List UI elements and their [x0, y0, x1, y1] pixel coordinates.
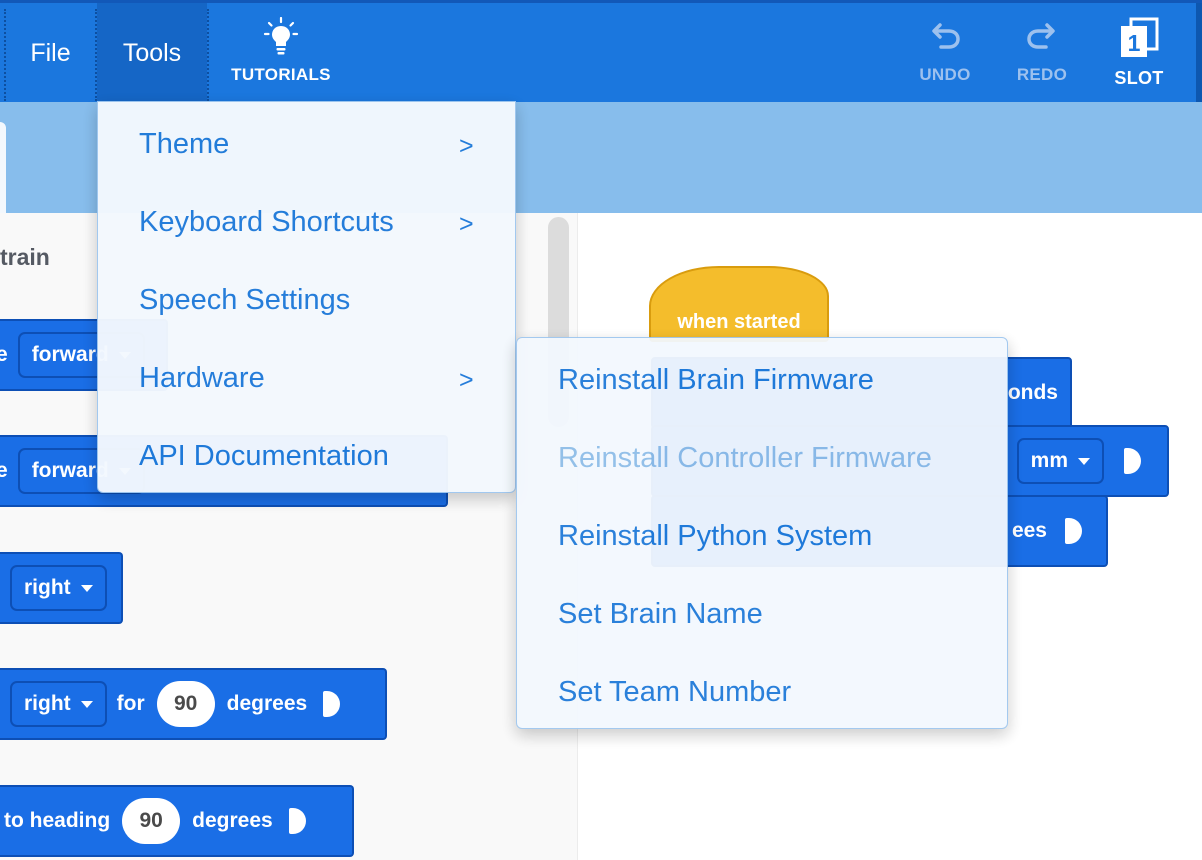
hardware-submenu: Reinstall Brain Firmware Reinstall Contr…: [516, 337, 1008, 729]
menu-item-reinstall-controller-firmware: Reinstall Controller Firmware: [558, 442, 932, 474]
block-text: e: [0, 343, 8, 366]
top-toolbar: File Tools TUTORIALS UNDO REDO 1 SLOT: [0, 0, 1202, 103]
palette-block-turn[interactable]: right: [0, 552, 123, 624]
block-text: for: [116, 692, 145, 715]
submenu-arrow-icon: >: [459, 132, 474, 160]
slot-icon: 1: [1084, 17, 1194, 57]
category-tab[interactable]: [0, 122, 6, 213]
redo-label: REDO: [1016, 65, 1068, 84]
play-icon[interactable]: [1124, 448, 1141, 474]
menu-item-set-brain-name[interactable]: Set Brain Name: [558, 598, 763, 631]
undo-button[interactable]: UNDO: [890, 13, 1000, 99]
unit-dropdown[interactable]: mm: [1016, 438, 1104, 484]
block-text: degrees: [226, 692, 308, 715]
turn-direction-dropdown[interactable]: right: [10, 681, 107, 727]
tutorials-label: TUTORIALS: [231, 65, 331, 84]
caret-down-icon: [80, 700, 93, 708]
heading-input[interactable]: 90: [122, 798, 181, 844]
dropdown-value: right: [24, 576, 71, 599]
undo-icon: [890, 17, 1000, 57]
menu-item-theme[interactable]: Theme: [139, 128, 229, 161]
play-icon[interactable]: [323, 691, 341, 717]
block-text: onds: [1007, 381, 1058, 404]
slot-number: 1: [1128, 30, 1141, 56]
file-menu-label: File: [30, 38, 71, 67]
tools-menu-button[interactable]: Tools: [97, 3, 207, 103]
toolbar-edge: [1196, 3, 1202, 103]
block-text: to heading: [4, 809, 111, 832]
undo-label: UNDO: [919, 65, 971, 84]
menu-item-keyboard-shortcuts[interactable]: Keyboard Shortcuts: [139, 206, 394, 239]
palette-block-turn-for[interactable]: right for 90 degrees: [0, 668, 387, 740]
turn-direction-dropdown[interactable]: right: [10, 565, 107, 611]
play-icon[interactable]: [1065, 518, 1082, 544]
submenu-arrow-icon: >: [459, 210, 474, 238]
tools-menu-label: Tools: [122, 38, 182, 67]
toolbar-separator: [207, 9, 209, 101]
slot-label: SLOT: [1114, 68, 1164, 88]
menu-item-set-team-number[interactable]: Set Team Number: [558, 676, 791, 709]
menu-item-api-documentation[interactable]: API Documentation: [139, 440, 389, 473]
slot-button[interactable]: 1 SLOT: [1084, 13, 1194, 99]
menu-item-speech-settings[interactable]: Speech Settings: [139, 284, 350, 317]
redo-icon: [987, 17, 1097, 57]
lightbulb-icon: [226, 17, 336, 57]
tools-dropdown-menu: Theme > Keyboard Shortcuts > Speech Sett…: [97, 101, 516, 493]
file-menu[interactable]: File: [6, 3, 95, 103]
dropdown-value: mm: [1030, 449, 1068, 472]
redo-button[interactable]: REDO: [987, 13, 1097, 99]
block-text: ees: [1011, 519, 1047, 542]
menu-item-reinstall-python-system[interactable]: Reinstall Python System: [558, 520, 872, 553]
menu-item-reinstall-brain-firmware[interactable]: Reinstall Brain Firmware: [558, 364, 874, 397]
block-text: e: [0, 459, 8, 482]
submenu-arrow-icon: >: [459, 366, 474, 394]
when-started-block[interactable]: when started: [649, 266, 829, 342]
block-text: degrees: [192, 809, 273, 832]
caret-down-icon: [1078, 457, 1090, 465]
dropdown-value: right: [24, 692, 71, 715]
play-icon[interactable]: [288, 808, 306, 834]
degrees-input[interactable]: 90: [156, 681, 215, 727]
caret-down-icon: [80, 584, 93, 592]
menu-item-hardware[interactable]: Hardware: [139, 362, 265, 395]
tutorials-button[interactable]: TUTORIALS: [226, 13, 336, 99]
palette-category-label: train: [0, 244, 50, 270]
palette-block-turn-to-heading[interactable]: to heading 90 degrees: [0, 785, 354, 857]
hat-label: when started: [677, 311, 801, 333]
